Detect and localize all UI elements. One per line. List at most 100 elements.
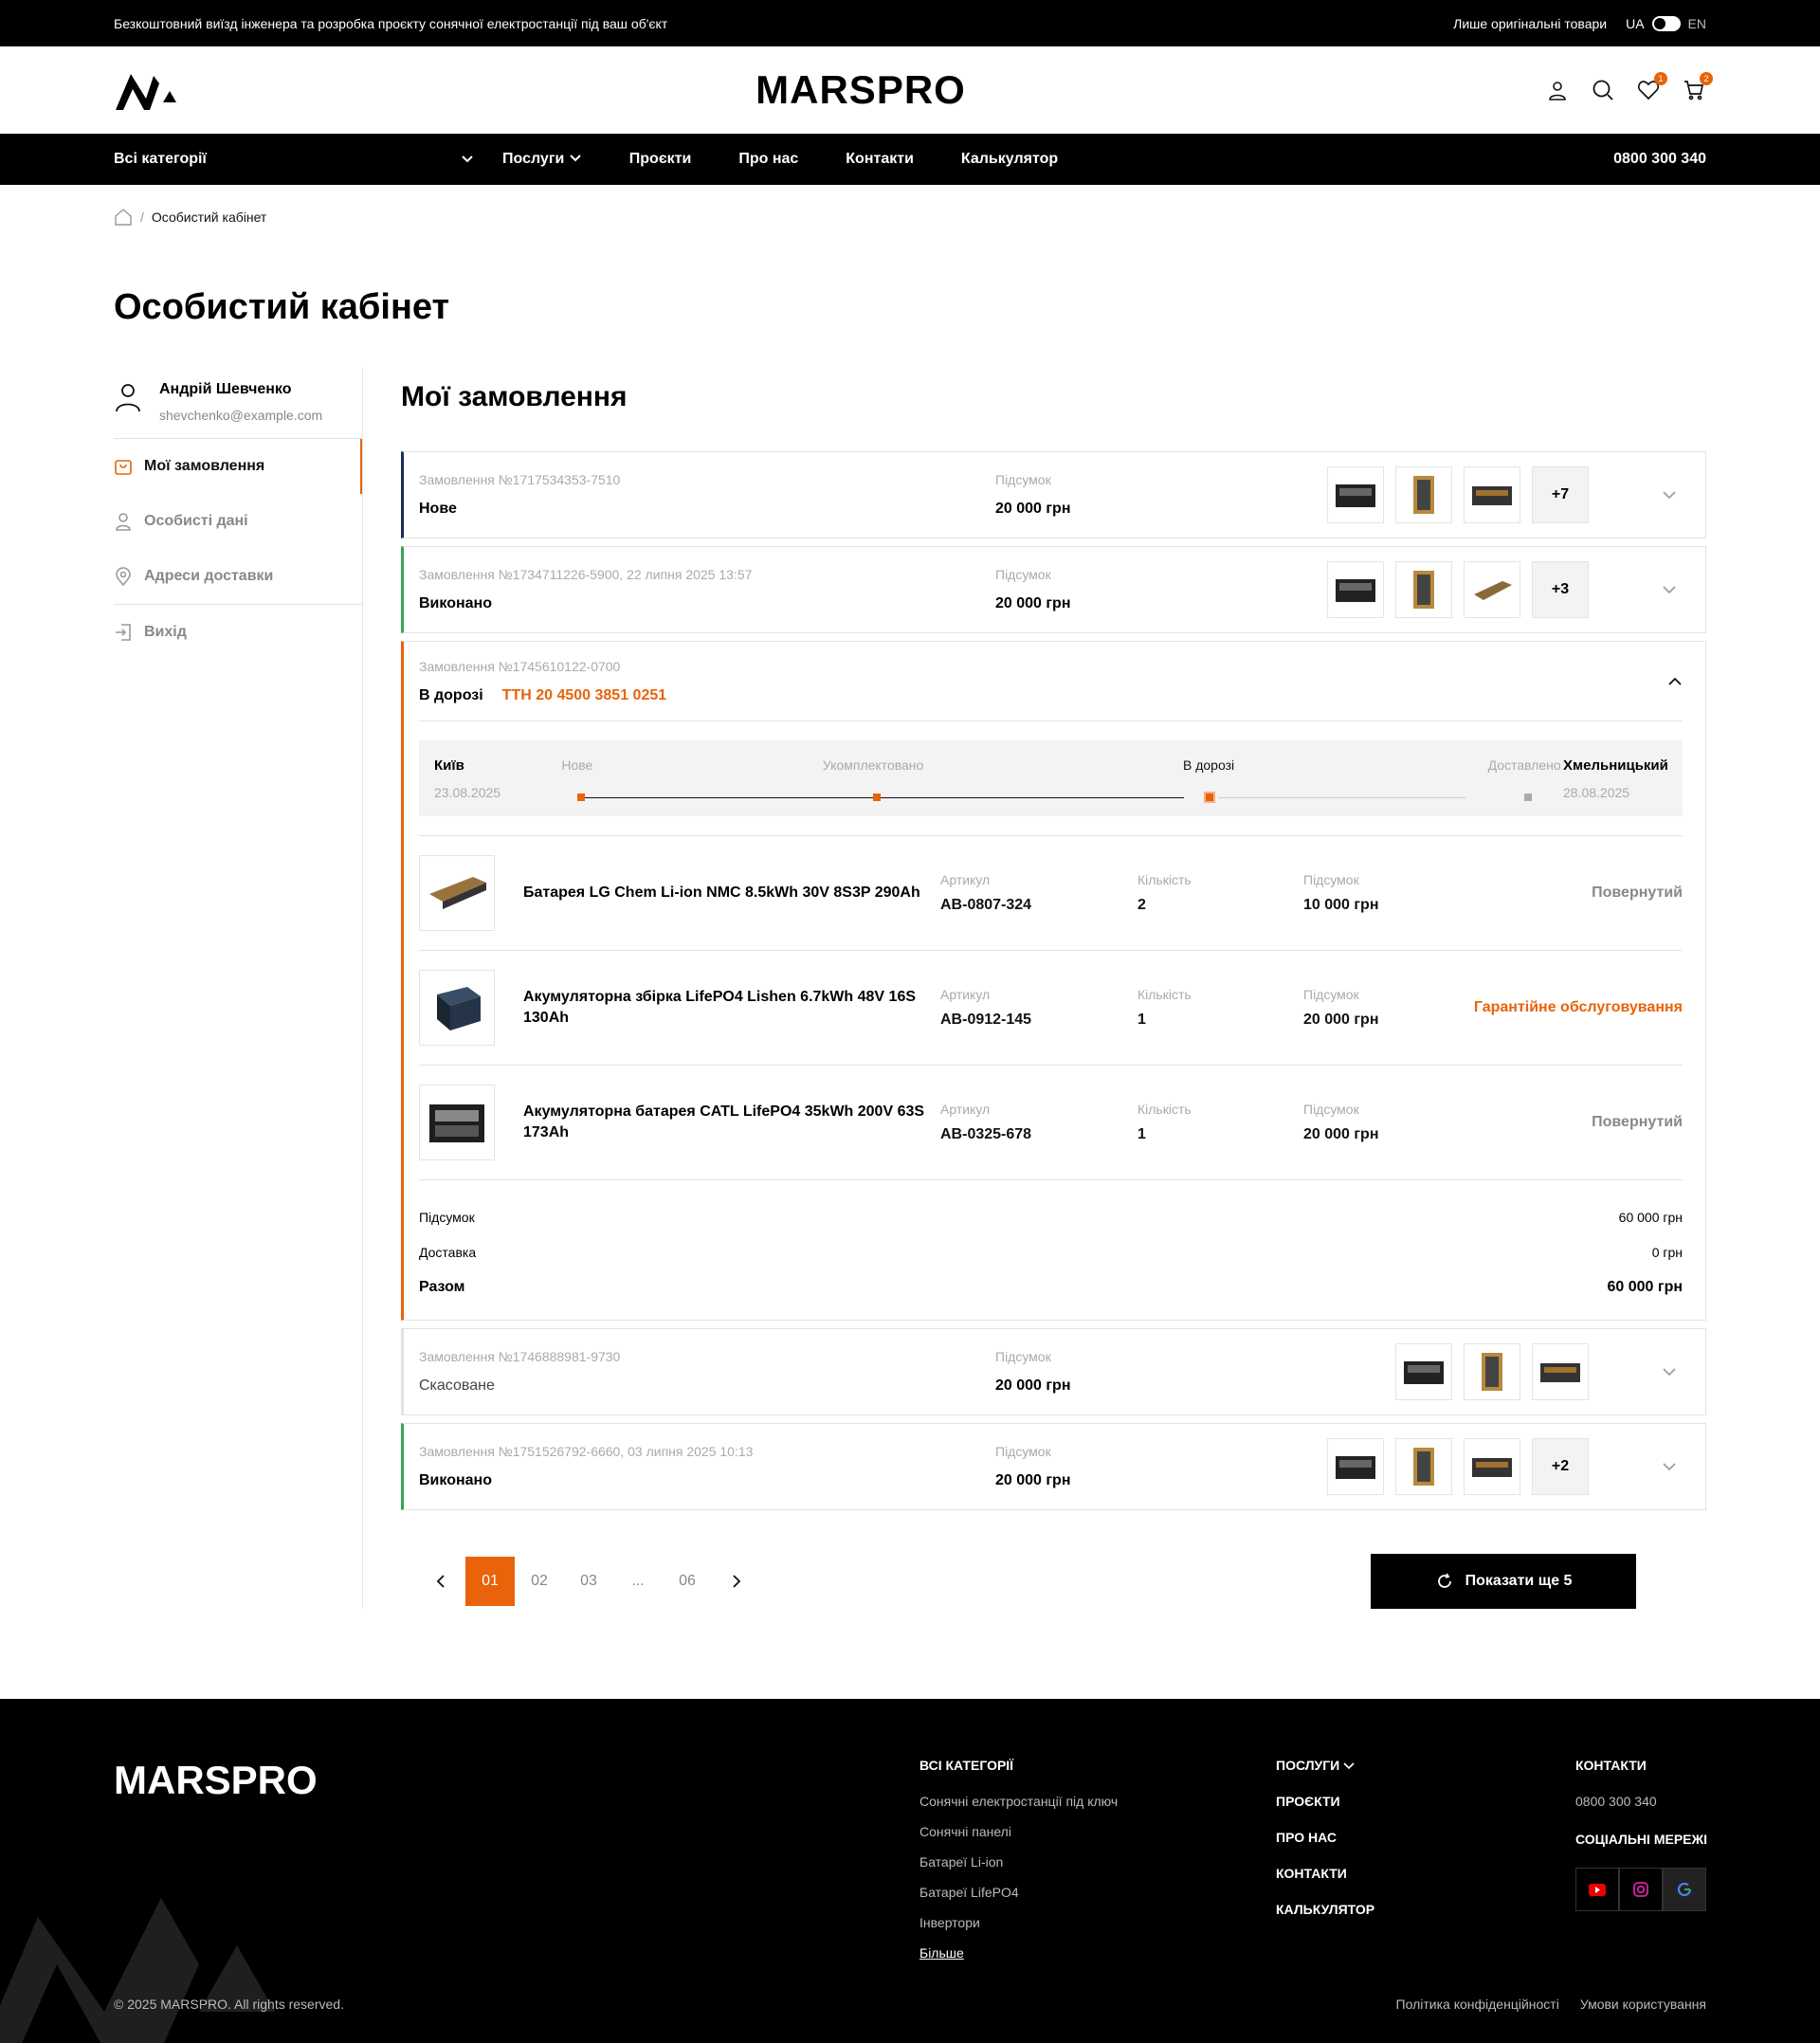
- item-status-link[interactable]: Повернутий: [1592, 1114, 1683, 1131]
- subtotal-value: 60 000 грн: [1618, 1209, 1683, 1225]
- footer-contacts-title: КОНТАКТИ: [1575, 1758, 1647, 1773]
- show-more-button[interactable]: Показати ще 5: [1371, 1554, 1636, 1609]
- order-row[interactable]: Замовлення №1717534353-7510 Нове Підсумок…: [401, 451, 1706, 538]
- footer-link[interactable]: Сонячні електростанції під ключ: [919, 1794, 1118, 1809]
- youtube-icon[interactable]: [1575, 1868, 1619, 1911]
- user-icon[interactable]: [1545, 78, 1570, 102]
- product-thumbnail: [1532, 1343, 1589, 1400]
- cart-icon[interactable]: 2: [1682, 72, 1713, 102]
- article-label: Артикул: [940, 872, 991, 887]
- order-row[interactable]: Замовлення №1734711226-5900, 22 липня 20…: [401, 546, 1706, 633]
- terms-link[interactable]: Умови користування: [1580, 1997, 1706, 2012]
- language-switch[interactable]: [1651, 15, 1681, 31]
- footer-social-title: СОЦІАЛЬНІ МЕРЕЖІ: [1575, 1832, 1708, 1847]
- sum-label: Підсумок: [1303, 987, 1359, 1002]
- order-header[interactable]: Замовлення №1745610122-0700 В дорозі ТТН …: [419, 642, 1683, 721]
- footer-categories-title: ВСІ КАТЕГОРІЇ: [919, 1758, 1014, 1773]
- sidebar-item-addresses[interactable]: Адреси доставки: [114, 549, 362, 604]
- logo-icon[interactable]: [114, 68, 176, 112]
- all-categories-dropdown[interactable]: Всі категорії: [114, 151, 474, 168]
- privacy-policy-link[interactable]: Політика конфіденційності: [1396, 1997, 1559, 2012]
- home-icon[interactable]: [114, 208, 133, 227]
- nav-projects[interactable]: Проєкти: [629, 151, 692, 168]
- more-items-counter[interactable]: +3: [1532, 561, 1589, 618]
- footer-nav-about[interactable]: ПРО НАС: [1276, 1830, 1374, 1845]
- footer-nav-services[interactable]: ПОСЛУГИ: [1276, 1758, 1374, 1773]
- warranty-service-link[interactable]: Гарантійне обслуговування: [1474, 999, 1683, 1016]
- search-icon[interactable]: [1591, 78, 1615, 102]
- nav-phone[interactable]: 0800 300 340: [1613, 151, 1706, 168]
- footer-nav-contacts[interactable]: КОНТАКТИ: [1276, 1866, 1374, 1881]
- delivery-tracker: Київ 23.08.2025 Нове Укомплектовано В дор…: [419, 740, 1683, 816]
- footer-phone[interactable]: 0800 300 340: [1575, 1794, 1707, 1809]
- sidebar-item-personal-data[interactable]: Особисті дані: [114, 494, 362, 549]
- product-name[interactable]: Батарея LG Chem Li-ion NMC 8.5kWh 30V 8S…: [523, 883, 940, 903]
- google-icon[interactable]: [1663, 1868, 1706, 1911]
- footer-link[interactable]: Інвертори: [919, 1915, 1118, 1930]
- all-categories-label[interactable]: Всі категорії: [114, 151, 207, 168]
- sidebar-item-orders[interactable]: Мої замовлення: [114, 439, 362, 494]
- wishlist-heart-icon[interactable]: 1: [1636, 72, 1667, 102]
- product-name[interactable]: Акумуляторна батарея CATL LifePO4 35kWh …: [523, 1102, 940, 1143]
- chevron-down-icon[interactable]: [1662, 1462, 1677, 1471]
- item-status-link[interactable]: Повернутий: [1592, 885, 1683, 902]
- order-row[interactable]: Замовлення №1746888981-9730 Скасоване Під…: [401, 1328, 1706, 1415]
- chevron-down-icon[interactable]: [1662, 1367, 1677, 1377]
- product-thumbnail: [1464, 1343, 1520, 1400]
- footer-link[interactable]: Батареї LifePO4: [919, 1885, 1118, 1900]
- more-items-counter[interactable]: +2: [1532, 1438, 1589, 1495]
- ttn-tracking-link[interactable]: ТТН 20 4500 3851 0251: [502, 687, 666, 703]
- product-sum: 20 000 грн: [1303, 1126, 1379, 1142]
- order-row[interactable]: Замовлення №1751526792-6660, 03 липня 20…: [401, 1423, 1706, 1510]
- orders-section: Мої замовлення Замовлення №1717534353-75…: [363, 368, 1706, 1609]
- chevron-down-icon[interactable]: [1662, 585, 1677, 594]
- footer-link[interactable]: Батареї Li-ion: [919, 1854, 1118, 1870]
- nav-contacts[interactable]: Контакти: [846, 151, 914, 168]
- chevron-down-icon[interactable]: [461, 155, 474, 164]
- brand-logo[interactable]: MARSPRO: [755, 67, 966, 113]
- product-qty: 2: [1138, 897, 1146, 913]
- instagram-icon[interactable]: [1619, 1868, 1663, 1911]
- lang-ua[interactable]: UA: [1626, 16, 1644, 31]
- prev-page-button[interactable]: [416, 1557, 465, 1606]
- step-delivered: Доставлено: [1487, 757, 1561, 773]
- chevron-up-icon[interactable]: [1667, 677, 1683, 686]
- order-sum-label: Підсумок: [995, 1349, 1051, 1364]
- footer-nav-projects[interactable]: ПРОЄКТИ: [1276, 1794, 1374, 1809]
- original-goods-text: Лише оригінальні товари: [1453, 15, 1608, 31]
- page-button[interactable]: 01: [465, 1557, 515, 1606]
- nav-calculator[interactable]: Калькулятор: [961, 151, 1058, 168]
- sidebar-item-logout[interactable]: Вихід: [114, 604, 362, 659]
- pagination: 01 02 03 ... 06 Показати ще 5: [401, 1554, 1706, 1609]
- next-page-button[interactable]: [712, 1557, 761, 1606]
- lang-en[interactable]: EN: [1688, 16, 1706, 31]
- product-thumbnail: [1395, 561, 1452, 618]
- product-thumbnail: [1395, 466, 1452, 523]
- order-number: Замовлення №1746888981-9730: [419, 1349, 621, 1364]
- footer-link[interactable]: Сонячні панелі: [919, 1824, 1118, 1839]
- promo-text: Безкоштовний виїзд інженера та розробка …: [114, 15, 668, 31]
- bag-icon: [115, 460, 132, 475]
- product-image: [419, 855, 495, 931]
- page-button[interactable]: 06: [663, 1557, 712, 1606]
- nav-services[interactable]: Послуги: [502, 151, 582, 168]
- order-status: Виконано: [419, 1472, 492, 1488]
- refresh-icon: [1437, 1573, 1451, 1588]
- more-items-counter[interactable]: +7: [1532, 466, 1589, 523]
- order-number: Замовлення №1734711226-5900, 22 липня 20…: [419, 567, 753, 582]
- order-number: Замовлення №1745610122-0700: [419, 658, 621, 674]
- delivery-value: 0 грн: [1651, 1244, 1683, 1260]
- footer-more-link[interactable]: Більше: [919, 1945, 1118, 1961]
- page-button[interactable]: 02: [515, 1557, 564, 1606]
- page-button[interactable]: 03: [564, 1557, 613, 1606]
- product-name[interactable]: Акумуляторна збірка LifePO4 Lishen 6.7kW…: [523, 987, 940, 1029]
- order-status: В дорозі: [419, 686, 483, 703]
- language-toggle[interactable]: UA EN: [1626, 15, 1706, 31]
- footer-nav-calculator[interactable]: КАЛЬКУЛЯТОР: [1276, 1902, 1374, 1917]
- nav-about[interactable]: Про нас: [738, 151, 798, 168]
- chevron-down-icon[interactable]: [569, 154, 582, 163]
- chevron-down-icon: [1343, 1762, 1355, 1770]
- chevron-down-icon[interactable]: [1662, 490, 1677, 500]
- product-thumbnail: [1395, 1438, 1452, 1495]
- footer-brand[interactable]: MARSPRO: [114, 1758, 318, 1803]
